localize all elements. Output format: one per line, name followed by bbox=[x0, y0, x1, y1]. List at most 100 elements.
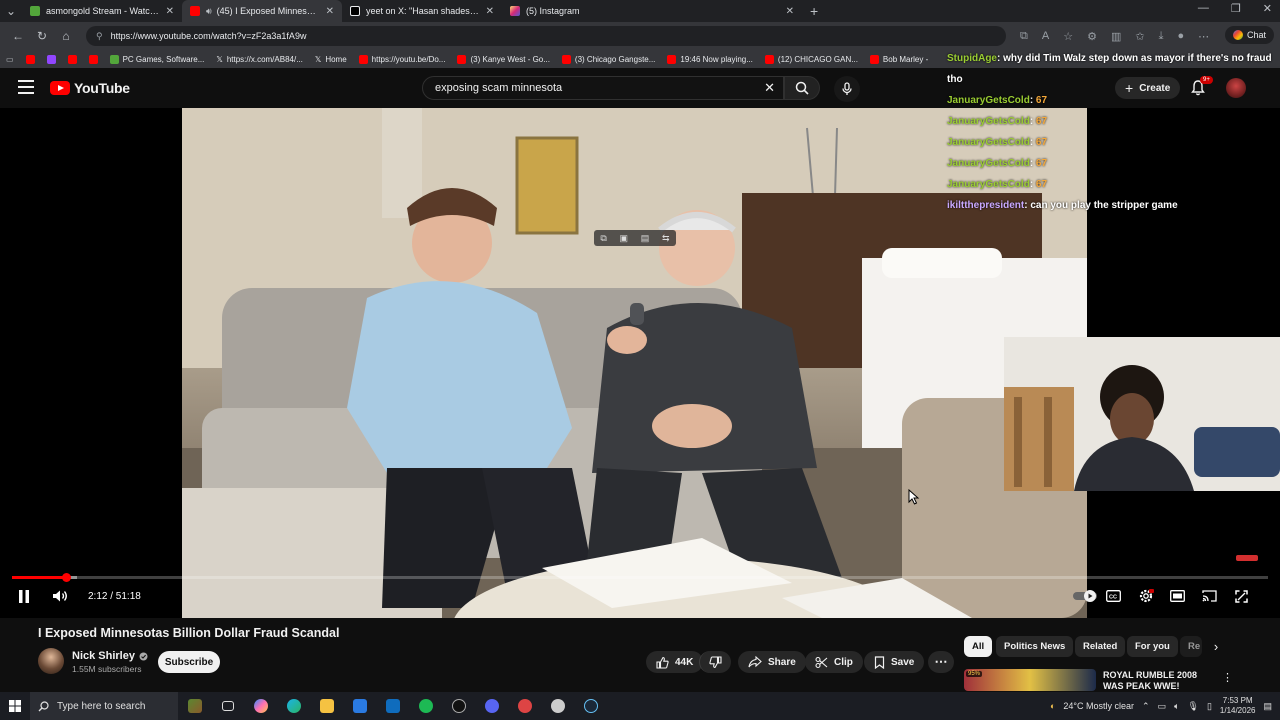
youtube-logo[interactable]: YouTube bbox=[50, 80, 130, 96]
extensions-icon[interactable]: ⚙ bbox=[1087, 30, 1097, 43]
miniplayer-button[interactable] bbox=[1167, 584, 1187, 608]
chip-politics-news[interactable]: Politics News bbox=[996, 636, 1074, 657]
subscribe-button[interactable]: Subscribe bbox=[158, 651, 220, 673]
bookmark[interactable]: (12) CHICAGO GAN... bbox=[764, 54, 858, 64]
taskbar-app-icon[interactable] bbox=[541, 692, 574, 720]
task-view-icon[interactable] bbox=[211, 692, 244, 720]
taskbar-edge-icon[interactable] bbox=[277, 692, 310, 720]
save-button[interactable]: Save bbox=[864, 651, 925, 673]
fullscreen-button[interactable] bbox=[1231, 584, 1251, 608]
maximize-icon[interactable]: ❐ bbox=[1231, 2, 1241, 15]
microphone-tray-icon[interactable]: 🎙︎ bbox=[1188, 701, 1199, 712]
taskbar-app-icon[interactable] bbox=[442, 692, 475, 720]
browser-tab-active[interactable]: 🔊︎ (45) I Exposed Minnesotas B ✕ bbox=[182, 0, 342, 22]
bookmark[interactable] bbox=[88, 54, 98, 64]
recommended-thumbnail[interactable]: 95% bbox=[964, 669, 1096, 691]
back-icon[interactable]: ← bbox=[6, 29, 30, 43]
search-input[interactable]: exposing scam minnesota ✕ bbox=[422, 76, 784, 100]
settings-button[interactable] bbox=[1135, 584, 1157, 608]
tab-close-icon[interactable]: ✕ bbox=[326, 6, 334, 17]
weather-icon[interactable]: ◐ bbox=[1050, 701, 1055, 711]
bookmark[interactable]: Bob Marley - bbox=[869, 54, 928, 64]
more-actions-button[interactable]: ⋯ bbox=[928, 651, 954, 673]
tab-audio-icon[interactable]: 🔊︎ bbox=[206, 6, 212, 17]
share-button[interactable]: Share bbox=[738, 651, 806, 673]
captions-button[interactable]: CC bbox=[1103, 584, 1123, 608]
cast-button[interactable] bbox=[1199, 584, 1219, 608]
home-icon[interactable]: ⌂ bbox=[54, 29, 78, 43]
tab-close-icon[interactable]: ✕ bbox=[486, 6, 494, 17]
clip-button[interactable]: Clip bbox=[805, 651, 863, 673]
split-screen-icon[interactable]: ▥ bbox=[1111, 30, 1121, 43]
chips-next-icon[interactable]: › bbox=[1208, 639, 1224, 654]
tab-search-icon[interactable]: ⌄ bbox=[0, 4, 22, 18]
recommended-title[interactable]: ROYAL RUMBLE 2008 WAS PEAK WWE! bbox=[1103, 670, 1213, 692]
taskbar-minecraft-icon[interactable] bbox=[178, 692, 211, 720]
browser-tab[interactable]: yeet on X: "Hasan shades Adin Ro ✕ bbox=[342, 0, 502, 22]
dislike-button[interactable] bbox=[699, 651, 731, 673]
bookmark[interactable]: (3) Chicago Gangste... bbox=[561, 54, 655, 64]
subscribe-watermark-icon[interactable] bbox=[1236, 555, 1258, 561]
taskbar-file-explorer-icon[interactable] bbox=[310, 692, 343, 720]
chip-all[interactable]: All bbox=[964, 636, 993, 657]
bookmark[interactable]: 19:46 Now playing... bbox=[667, 54, 753, 64]
video-progress-bar[interactable] bbox=[12, 573, 1268, 582]
bookmark[interactable] bbox=[25, 54, 35, 64]
taskbar-steam-icon[interactable] bbox=[574, 692, 607, 720]
taskbar-copilot-icon[interactable] bbox=[244, 692, 277, 720]
bookmark[interactable]: 𝕏 Home bbox=[315, 55, 347, 64]
close-window-icon[interactable]: ✕ bbox=[1263, 2, 1272, 15]
notes-icon[interactable]: ▤ bbox=[641, 233, 650, 244]
translate-icon[interactable]: ⇆ bbox=[662, 233, 670, 244]
network-icon[interactable]: ▭ bbox=[1158, 701, 1167, 712]
read-aloud-icon[interactable]: A bbox=[1042, 30, 1049, 43]
voice-search-button[interactable] bbox=[834, 76, 860, 102]
battery-icon[interactable]: ▯ bbox=[1207, 701, 1212, 712]
favorite-star-icon[interactable]: ☆ bbox=[1063, 30, 1073, 43]
minimize-icon[interactable]: — bbox=[1198, 2, 1209, 15]
site-info-icon[interactable]: ⚲ bbox=[96, 31, 103, 42]
taskbar-search[interactable]: Type here to search bbox=[30, 692, 178, 720]
volume-button[interactable] bbox=[48, 584, 72, 608]
autoplay-toggle[interactable] bbox=[1072, 584, 1098, 608]
tab-close-icon[interactable]: ✕ bbox=[786, 6, 794, 17]
copilot-chat-button[interactable]: Chat bbox=[1224, 26, 1274, 44]
cast-overlay-icon[interactable]: ▣ bbox=[620, 233, 629, 244]
bookmark[interactable]: PC Games, Software... bbox=[109, 54, 204, 64]
new-tab-button[interactable]: + bbox=[810, 3, 818, 19]
bookmark[interactable]: https://youtu.be/Do... bbox=[358, 54, 445, 64]
scrubber-handle[interactable] bbox=[62, 573, 71, 582]
downloads-icon[interactable]: ⤓ bbox=[1159, 30, 1164, 43]
browser-tab[interactable]: asmongold Stream - Watch Live o ✕ bbox=[22, 0, 182, 22]
start-button[interactable] bbox=[0, 700, 30, 712]
recommended-menu-icon[interactable]: ⋮ bbox=[1222, 671, 1233, 684]
bookmark[interactable] bbox=[67, 54, 77, 64]
menu-icon[interactable] bbox=[18, 80, 34, 94]
picture-in-picture-icon[interactable]: ⧉ bbox=[600, 233, 606, 244]
bookmark[interactable] bbox=[46, 54, 56, 64]
tab-close-icon[interactable]: ✕ bbox=[166, 6, 174, 17]
weather-text[interactable]: 24°C Mostly clear bbox=[1063, 701, 1134, 711]
search-button[interactable] bbox=[784, 76, 820, 100]
bookmark[interactable]: (3) Kanye West - Go... bbox=[457, 54, 550, 64]
chip-for-you[interactable]: For you bbox=[1127, 636, 1178, 657]
taskbar-mail-icon[interactable] bbox=[376, 692, 409, 720]
bookmarks-apps-icon[interactable]: ▭ bbox=[6, 55, 14, 64]
channel-avatar[interactable] bbox=[38, 648, 64, 674]
browser-tab[interactable]: (5) Instagram ✕ bbox=[502, 0, 802, 22]
notifications-center-icon[interactable]: ▤ bbox=[1263, 701, 1272, 712]
taskbar-discord-icon[interactable] bbox=[475, 692, 508, 720]
taskbar-store-icon[interactable] bbox=[343, 692, 376, 720]
chip-truncated[interactable]: Re bbox=[1180, 636, 1202, 657]
more-options-icon[interactable]: ⋯ bbox=[1198, 30, 1209, 43]
clear-search-icon[interactable]: ✕ bbox=[764, 80, 775, 96]
taskbar-clock[interactable]: 7:53 PM 1/14/2026 bbox=[1220, 696, 1256, 716]
reload-icon[interactable]: ↻ bbox=[30, 29, 54, 43]
show-hidden-icons-icon[interactable]: ⌃ bbox=[1142, 701, 1150, 712]
pause-button[interactable] bbox=[12, 584, 36, 608]
volume-tray-icon[interactable]: 🔈︎ bbox=[1174, 701, 1179, 712]
chip-related[interactable]: Related bbox=[1075, 636, 1126, 657]
bookmark[interactable]: 𝕏https://x.com/AB84/... bbox=[216, 55, 302, 64]
taskbar-spotify-icon[interactable] bbox=[409, 692, 442, 720]
address-bar[interactable]: ⚲ https://www.youtube.com/watch?v=zF2a3a… bbox=[86, 26, 1006, 46]
